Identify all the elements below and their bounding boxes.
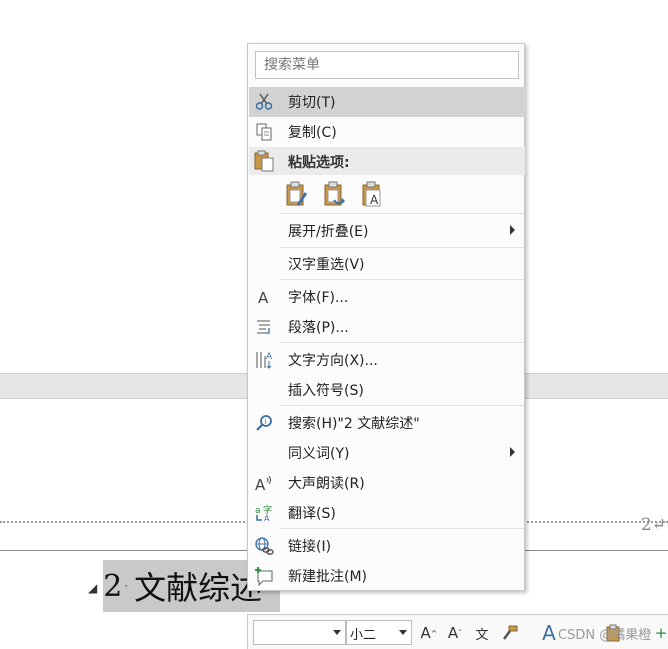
- heading-number: 2: [103, 568, 123, 604]
- svg-text:A: A: [266, 352, 273, 362]
- menu-item-link[interactable]: 链接(I): [249, 531, 525, 561]
- styles-icon[interactable]: A: [538, 621, 560, 645]
- menu-item-new-comment[interactable]: 新建批注(M): [249, 561, 525, 591]
- menu-item-label: 新建批注(M): [288, 569, 368, 585]
- watermark: CSDN @橘果橙: [558, 628, 652, 643]
- phonetic-guide-icon[interactable]: 文: [472, 621, 492, 645]
- translate-icon: a字A: [253, 502, 275, 524]
- menu-item-label: 文字方向(X)...: [288, 353, 378, 369]
- menu-item-label: 插入符号(S): [288, 383, 364, 399]
- chevron-down-icon[interactable]: [399, 630, 407, 635]
- grow-font-icon[interactable]: A ^: [420, 621, 438, 645]
- menu-search-box[interactable]: [255, 51, 519, 79]
- paste-options-label: 粘贴选项:: [288, 155, 350, 171]
- menu-separator: [280, 213, 524, 214]
- menu-item-synonyms[interactable]: 同义词(Y): [249, 438, 525, 468]
- svg-text:i: i: [265, 418, 267, 426]
- menu-item-expand-collapse[interactable]: 展开/折叠(E): [249, 216, 525, 246]
- font-size-value: 小二: [350, 628, 377, 643]
- new-comment-icon: [253, 565, 275, 587]
- svg-text:A: A: [264, 514, 270, 523]
- paste-options-header: 粘贴选项:: [249, 147, 525, 175]
- svg-text:A: A: [258, 289, 269, 306]
- menu-item-text-direction[interactable]: A 文字方向(X)...: [249, 345, 525, 375]
- menu-separator: [280, 405, 524, 406]
- menu-item-cut[interactable]: 剪切(T): [249, 87, 525, 117]
- paste-merge-format-icon[interactable]: [323, 180, 347, 208]
- font-size-combo[interactable]: 小二: [346, 620, 412, 645]
- paste-text-only-icon[interactable]: A: [361, 180, 385, 208]
- context-menu: 剪切(T) 复制(C) 粘贴选项: A 展开/折叠(E) 汉字重选(V): [247, 43, 525, 591]
- submenu-arrow-icon: [510, 225, 515, 235]
- font-icon: A: [253, 286, 275, 308]
- menu-item-label: 字体(F)...: [288, 290, 349, 306]
- menu-item-search[interactable]: i 搜索(H)"2 文献综述": [249, 408, 525, 438]
- menu-separator: [280, 528, 524, 529]
- paste-keep-format-icon[interactable]: [285, 180, 309, 208]
- scissors-icon: [253, 91, 275, 113]
- menu-separator: [280, 342, 524, 343]
- menu-search-input[interactable]: [264, 57, 504, 73]
- menu-item-label: 段落(P)...: [288, 320, 349, 336]
- chevron-down-icon[interactable]: [333, 630, 341, 635]
- menu-item-label: 链接(I): [288, 539, 332, 555]
- menu-item-paragraph[interactable]: 段落(P)...: [249, 312, 525, 342]
- menu-item-label: 大声朗读(R): [288, 476, 365, 492]
- menu-item-label: 剪切(T): [288, 95, 336, 111]
- search-icon: i: [253, 412, 275, 434]
- read-aloud-icon: A: [253, 472, 275, 494]
- space-mark: ·: [124, 579, 129, 593]
- submenu-arrow-icon: [510, 447, 515, 457]
- shrink-font-icon[interactable]: Aˇ: [446, 621, 464, 645]
- menu-separator: [280, 247, 524, 248]
- menu-item-font[interactable]: A 字体(F)...: [249, 282, 525, 312]
- svg-text:A: A: [370, 193, 379, 207]
- font-name-combo[interactable]: [253, 620, 346, 645]
- menu-item-label: 汉字重选(V): [288, 257, 365, 273]
- format-painter-icon[interactable]: [500, 621, 520, 645]
- menu-item-copy[interactable]: 复制(C): [249, 117, 525, 147]
- menu-item-label: 复制(C): [288, 125, 337, 141]
- svg-text:a: a: [255, 506, 261, 516]
- menu-item-read-aloud[interactable]: A 大声朗读(R): [249, 468, 525, 498]
- menu-item-reconvert[interactable]: 汉字重选(V): [249, 249, 525, 279]
- menu-item-label: 展开/折叠(E): [288, 224, 369, 240]
- menu-item-insert-symbol[interactable]: 插入符号(S): [249, 375, 525, 405]
- menu-item-label: 搜索(H)"2 文献综述": [288, 416, 420, 432]
- svg-text:A: A: [255, 476, 266, 493]
- text-direction-icon: A: [253, 349, 275, 371]
- menu-item-label: 翻译(S): [288, 506, 336, 522]
- menu-item-label: 同义词(Y): [288, 446, 350, 462]
- menu-separator: [280, 279, 524, 280]
- paragraph-icon: [253, 316, 275, 338]
- heading-text: 文献综述: [134, 569, 263, 607]
- paste-options-row: A: [285, 180, 385, 212]
- menu-item-translate[interactable]: a字A 翻译(S): [249, 498, 525, 528]
- page-number: 2↵: [640, 515, 666, 535]
- collapse-triangle-icon[interactable]: ◢: [88, 581, 97, 595]
- copy-icon: [253, 121, 275, 143]
- new-comment-icon[interactable]: +: [654, 621, 668, 645]
- clipboard-icon: [253, 150, 275, 176]
- link-icon: [253, 535, 275, 557]
